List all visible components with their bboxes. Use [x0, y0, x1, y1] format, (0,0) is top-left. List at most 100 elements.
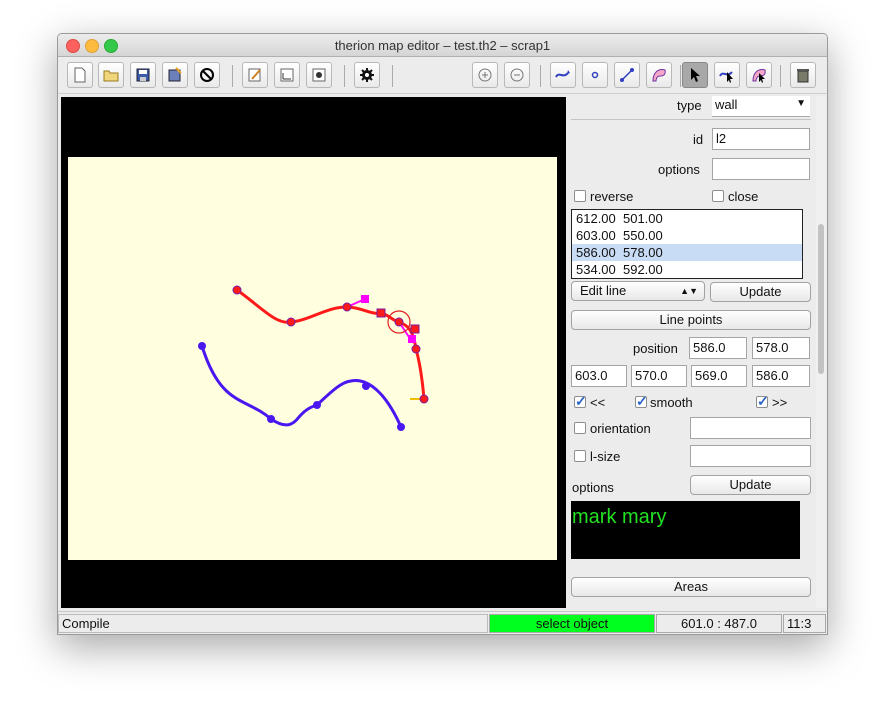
control2-x-field[interactable]: 569.0 — [691, 365, 747, 387]
save-as-button[interactable] — [162, 62, 188, 88]
zoom-status: 11:3 — [783, 614, 826, 633]
settings-icon — [312, 68, 326, 82]
control-point — [410, 324, 420, 334]
id-field[interactable]: l2 — [712, 128, 810, 150]
zoom-in-icon — [478, 68, 492, 82]
close-file-button[interactable] — [194, 62, 220, 88]
scrap-drawing[interactable] — [61, 97, 566, 608]
toolbar-separator — [392, 65, 393, 87]
lsize-field[interactable] — [690, 445, 811, 467]
divider — [571, 119, 811, 120]
compile-gear-icon — [360, 68, 374, 82]
position-label: position — [633, 341, 678, 356]
control-point — [376, 308, 386, 318]
select-arrow-icon — [691, 68, 700, 82]
next-control-checkbox[interactable] — [756, 393, 769, 410]
select-area-button[interactable] — [746, 62, 772, 88]
scrollbar-thumb[interactable] — [818, 224, 824, 374]
options-label: options — [658, 162, 700, 177]
close-checkbox[interactable] — [712, 190, 724, 202]
new-file-button[interactable] — [67, 62, 93, 88]
app-window: therion map editor – test.th2 – scrap1 t… — [57, 33, 828, 635]
position-y-field[interactable]: 578.0 — [752, 337, 810, 359]
select-area-icon — [752, 69, 766, 83]
compile-button[interactable] — [354, 62, 380, 88]
list-item-selected[interactable]: 586.00 578.00 — [572, 244, 802, 261]
edit-mode-value: Edit line — [580, 283, 627, 298]
edit-mode-select[interactable]: Edit line ▲▼ — [571, 281, 705, 301]
control2-y-field[interactable]: 586.0 — [752, 365, 810, 387]
toolbar — [58, 57, 827, 94]
lsize-label: l-size — [590, 449, 621, 464]
panel-scrollbar[interactable] — [816, 96, 826, 608]
trash-icon — [797, 69, 809, 83]
compile-status: Compile — [58, 614, 488, 633]
prev-control-label: << — [590, 395, 606, 410]
position-x-field[interactable]: 586.0 — [689, 337, 747, 359]
control-point — [361, 295, 369, 303]
select-arrow-button[interactable] — [682, 62, 708, 88]
cursor-coordinates: 601.0 : 487.0 — [656, 614, 782, 633]
insert-area-icon — [652, 69, 666, 82]
save-icon — [136, 68, 150, 82]
line-point — [232, 285, 242, 295]
control1-y-field[interactable]: 570.0 — [631, 365, 687, 387]
edit-button[interactable] — [242, 62, 268, 88]
areas-button[interactable]: Areas — [571, 577, 811, 597]
select-line-icon — [719, 71, 733, 83]
smooth-checkbox[interactable] — [635, 393, 648, 410]
blue-line — [200, 345, 403, 428]
update-button[interactable]: Update — [710, 282, 811, 302]
mode-status: select object — [489, 614, 655, 633]
save-button[interactable] — [130, 62, 156, 88]
coordinate-list[interactable]: 612.00 501.00 603.00 550.00 586.00 578.0… — [571, 209, 803, 279]
insert-line-segment-button[interactable] — [614, 62, 640, 88]
zoom-out-button[interactable] — [504, 62, 530, 88]
options-text-area[interactable]: mark mary — [571, 501, 800, 559]
list-item[interactable]: 612.00 501.00 — [572, 210, 802, 227]
line-point — [267, 415, 275, 423]
line-point — [286, 317, 296, 327]
open-folder-icon — [103, 70, 119, 82]
image-button[interactable] — [274, 62, 300, 88]
title-bar: therion map editor – test.th2 – scrap1 — [58, 34, 827, 57]
prev-control-checkbox[interactable] — [574, 393, 587, 410]
point-options-label: options — [572, 480, 614, 495]
insert-area-button[interactable] — [646, 62, 672, 88]
dropdown-arrow-icon: ▼ — [796, 98, 806, 109]
insert-line-button[interactable] — [550, 62, 576, 88]
reverse-label: reverse — [590, 189, 634, 204]
update-point-button[interactable]: Update — [690, 475, 811, 495]
list-item[interactable]: 603.00 550.00 — [572, 227, 802, 244]
list-item[interactable]: 534.00 592.00 — [572, 261, 802, 278]
delete-button[interactable] — [790, 62, 816, 88]
options-field[interactable] — [712, 158, 810, 180]
type-label: type — [677, 98, 702, 113]
save-as-icon — [168, 67, 182, 82]
orientation-checkbox[interactable] — [574, 422, 586, 434]
lsize-checkbox[interactable] — [574, 450, 586, 462]
image-icon — [280, 68, 294, 82]
toolbar-separator — [540, 65, 541, 87]
properties-panel: type wall ▼ id l2 options reverse close … — [569, 96, 814, 608]
zoom-in-button[interactable] — [472, 62, 498, 88]
type-select[interactable]: wall ▼ — [712, 96, 810, 117]
control1-x-field[interactable]: 603.0 — [571, 365, 627, 387]
type-value: wall — [715, 97, 738, 112]
drawing-canvas[interactable] — [61, 97, 566, 608]
insert-point-button[interactable] — [582, 62, 608, 88]
open-file-button[interactable] — [98, 62, 124, 88]
line-point — [313, 401, 321, 409]
settings-button[interactable] — [306, 62, 332, 88]
reverse-checkbox[interactable] — [574, 190, 586, 202]
selected-line-point — [394, 317, 404, 327]
id-label: id — [693, 132, 704, 147]
orientation-field[interactable] — [690, 417, 811, 439]
edit-icon — [248, 68, 261, 82]
line-points-button[interactable]: Line points — [571, 310, 811, 330]
toolbar-separator — [780, 65, 781, 87]
select-line-button[interactable] — [714, 62, 740, 88]
stepper-arrows-icon: ▲▼ — [680, 286, 698, 296]
insert-line-icon — [555, 70, 570, 78]
insert-line-segment-icon — [620, 68, 634, 82]
